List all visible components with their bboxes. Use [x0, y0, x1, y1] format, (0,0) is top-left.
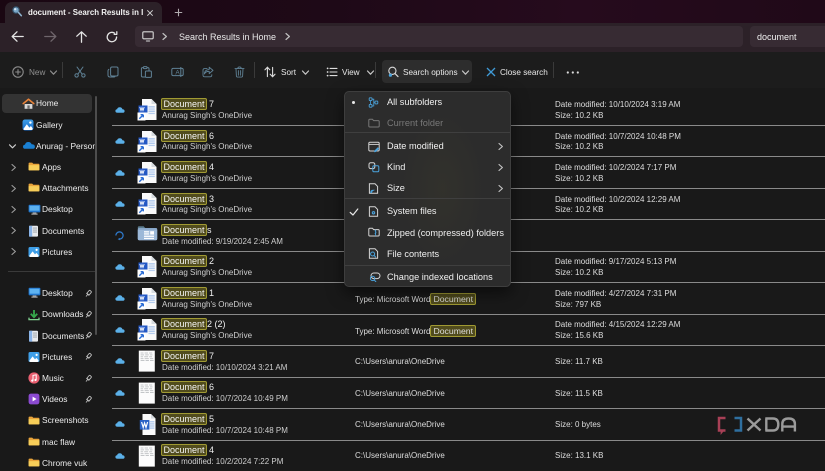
svg-text:A: A [175, 69, 180, 76]
